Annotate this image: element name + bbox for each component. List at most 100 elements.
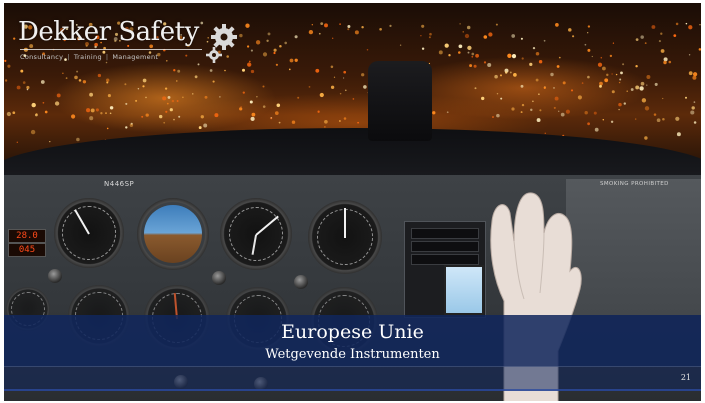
city-light [105, 112, 107, 114]
city-light [342, 77, 345, 79]
city-light [685, 22, 688, 25]
city-light [483, 61, 487, 64]
city-light [536, 118, 541, 123]
city-light [535, 78, 539, 82]
city-light [622, 63, 625, 66]
city-light [691, 106, 695, 110]
city-light [165, 110, 168, 113]
city-light [428, 36, 431, 39]
city-light [124, 83, 127, 86]
city-light [89, 116, 94, 121]
city-light [640, 35, 644, 39]
city-light [255, 40, 261, 45]
city-light [630, 88, 634, 91]
city-light [688, 54, 691, 56]
city-light [142, 85, 145, 88]
city-light [13, 37, 16, 40]
vor-gauge [308, 200, 382, 274]
city-light [274, 111, 279, 115]
city-light [22, 81, 26, 84]
city-light [361, 25, 364, 29]
city-light [245, 23, 250, 28]
city-light [162, 96, 167, 101]
city-light [224, 69, 226, 72]
city-light [475, 53, 479, 58]
city-light [176, 100, 179, 102]
city-light [565, 109, 570, 114]
city-light [675, 116, 680, 121]
radio-row [411, 228, 479, 239]
city-light [347, 28, 350, 31]
city-light [219, 96, 221, 98]
city-light [543, 86, 546, 89]
city-light [6, 111, 12, 117]
city-light [692, 75, 697, 80]
city-light [676, 132, 681, 137]
compass-mount [368, 61, 432, 141]
city-light [618, 108, 620, 111]
city-light [521, 103, 525, 107]
city-light [530, 108, 533, 112]
city-light [641, 98, 647, 103]
city-light [352, 98, 355, 100]
right-panel [566, 179, 701, 315]
city-light [20, 69, 24, 73]
city-light [4, 59, 7, 63]
city-light [262, 105, 266, 108]
city-light [572, 35, 575, 38]
city-light [330, 65, 334, 69]
slide: N446SP SMOKING PROHIBITED 28.0 045 Dekke… [4, 3, 701, 401]
city-light [698, 48, 701, 51]
logo-wordmark: Dekker Safety [18, 17, 199, 47]
city-light [319, 92, 324, 98]
city-light [31, 102, 36, 108]
footer-band [4, 367, 701, 389]
smoking-placard: SMOKING PROHIBITED [600, 181, 669, 187]
city-light [611, 90, 615, 94]
city-light [600, 56, 603, 59]
city-light [26, 85, 30, 90]
city-light [459, 23, 461, 25]
radio-row [411, 241, 479, 252]
city-light [640, 81, 645, 86]
city-light [535, 51, 540, 56]
gauge-needle [344, 208, 346, 238]
city-light [688, 25, 693, 30]
city-light [662, 118, 665, 121]
city-light [597, 62, 603, 67]
city-light [688, 71, 693, 76]
city-light [178, 115, 181, 118]
city-light [550, 72, 554, 77]
city-light [558, 56, 561, 59]
city-light [584, 43, 587, 46]
city-light [339, 92, 342, 95]
city-light [270, 117, 273, 120]
city-light [553, 87, 555, 89]
city-light [109, 112, 112, 115]
city-light [16, 141, 18, 143]
city-light [462, 31, 464, 33]
city-light [324, 23, 328, 28]
city-light [198, 126, 202, 130]
city-light [615, 73, 618, 76]
city-light [581, 82, 584, 84]
city-light [446, 111, 449, 114]
city-light [570, 89, 574, 92]
city-light [587, 32, 589, 34]
city-light [577, 95, 582, 100]
city-light [308, 29, 314, 35]
city-light [471, 52, 475, 56]
city-light [343, 70, 347, 74]
attitude-indicator [137, 198, 209, 270]
city-light [273, 48, 277, 52]
tagline-item: Management [112, 53, 159, 61]
city-light [591, 55, 593, 58]
knob [294, 275, 308, 289]
city-light [279, 44, 282, 48]
city-light [182, 96, 184, 99]
city-light [609, 54, 613, 58]
city-light [276, 103, 281, 108]
city-light [662, 97, 664, 100]
city-light [644, 136, 648, 140]
city-light [248, 60, 251, 63]
